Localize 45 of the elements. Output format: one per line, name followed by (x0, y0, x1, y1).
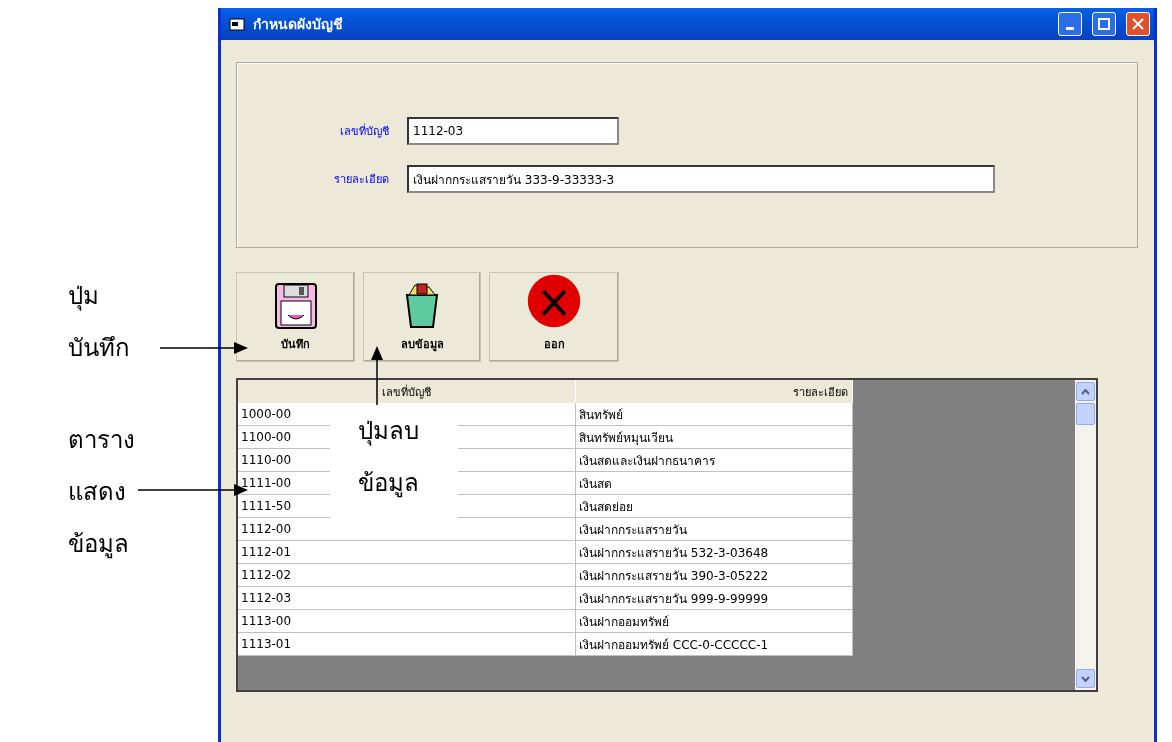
window-title: กำหนดผังบัญชี (253, 15, 344, 35)
column-header[interactable]: รายละเอียด (576, 380, 853, 405)
table-cell: 1112-03 (238, 587, 576, 610)
maximize-button[interactable] (1092, 12, 1116, 36)
table-cell: เงินฝากกระแสรายวัน 532-3-03648 (576, 541, 853, 564)
chevron-up-icon (1081, 388, 1090, 395)
annotation-text: ปุ่ม (68, 282, 99, 313)
table-cell: 1112-01 (238, 541, 576, 564)
exit-button[interactable]: ออก (489, 272, 619, 362)
arrow (371, 346, 383, 406)
table-cell: เงินฝากออมทรัพย์ CCC-0-CCCCC-1 (576, 633, 853, 656)
maximize-icon (1098, 18, 1110, 30)
annotation-text: บันทึก (68, 334, 130, 363)
table-cell: สินทรัพย์หมุนเวียน (576, 426, 853, 449)
table-cell: เงินฝากออมทรัพย์ (576, 610, 853, 633)
delete-button[interactable]: ลบข้อมูล (363, 272, 481, 362)
table-cell: เงินสดย่อย (576, 495, 853, 518)
close-icon (1132, 18, 1144, 30)
field-label: รายละเอียด (333, 172, 390, 188)
table-cell: 1113-01 (238, 633, 576, 656)
scroll-down-button[interactable] (1076, 669, 1095, 688)
table-cell: เงินสด (576, 472, 853, 495)
table-cell: 1112-02 (238, 564, 576, 587)
table-cell: สินทรัพย์ (576, 403, 853, 426)
input-field[interactable]: 1112-03 (407, 117, 619, 145)
table-cell: 1113-00 (238, 610, 576, 633)
scrollbar[interactable] (1075, 380, 1096, 690)
scroll-thumb[interactable] (1076, 403, 1095, 425)
column-header[interactable]: เลขที่บัญชี (238, 380, 576, 405)
annotation-text: แสดง (68, 478, 126, 507)
save-button[interactable]: บันทึก (236, 272, 355, 362)
table-cell: เงินฝากกระแสรายวัน 999-9-99999 (576, 587, 853, 610)
app-icon (229, 16, 245, 32)
annotation-text: ตาราง (68, 426, 135, 455)
table-cell: เงินสดและเงินฝากธนาคาร (576, 449, 853, 472)
input-field[interactable]: เงินฝากกระแสรายวัน 333-9-33333-3 (407, 165, 995, 193)
minimize-icon (1066, 26, 1074, 30)
annotation-text: ข้อมูล (68, 530, 129, 561)
scroll-up-button[interactable] (1076, 382, 1095, 401)
table-cell: เงินฝากกระแสรายวัน (576, 518, 853, 541)
chevron-down-icon (1081, 675, 1090, 682)
field-label: เลขที่บัญชี (339, 122, 390, 140)
close-button[interactable] (1126, 12, 1150, 36)
table-cell: เงินฝากกระแสรายวัน 390-3-05222 (576, 564, 853, 587)
minimize-button[interactable] (1058, 12, 1082, 36)
